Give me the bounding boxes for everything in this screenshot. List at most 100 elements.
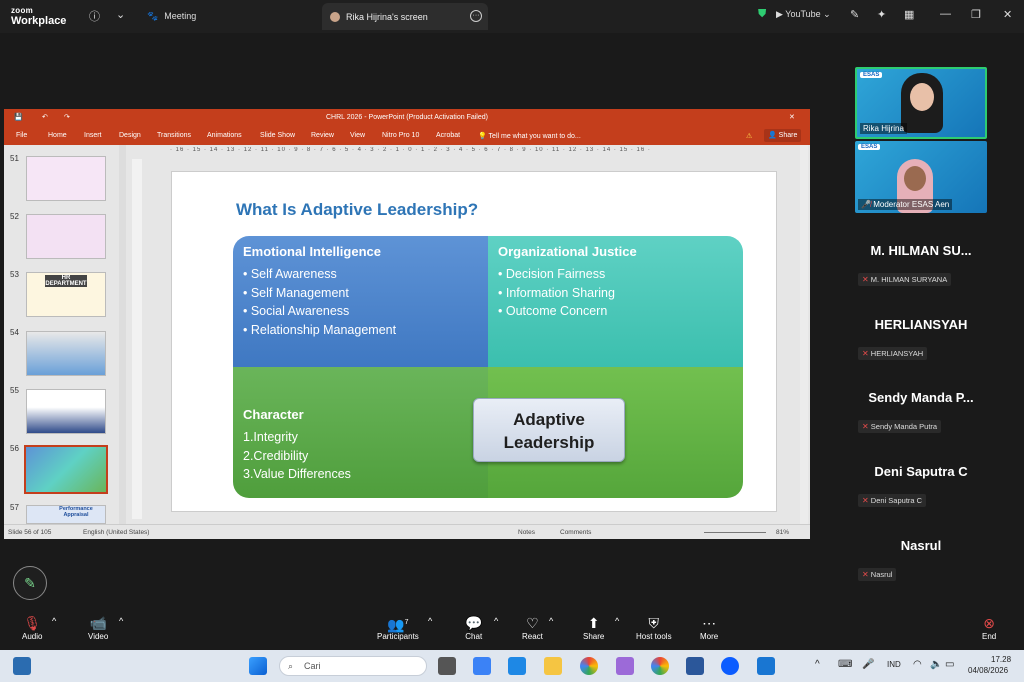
annotate-icon[interactable]: ✎ [850, 8, 859, 21]
list-item: 1.Integrity [243, 430, 298, 444]
audio-button[interactable]: 🎙 Audio [22, 614, 42, 641]
undo-icon[interactable]: ↶ [42, 109, 48, 127]
quadrant-diagram: Emotional Intelligence • Self Awareness … [233, 236, 743, 498]
participant-tile-label: ✕ Deni Saputra C [858, 494, 927, 507]
save-icon[interactable]: 💾 [14, 109, 23, 127]
menu-nitro[interactable]: Nitro Pro 10 [382, 132, 419, 139]
slide-thumbnail[interactable] [26, 389, 106, 434]
share-caret-icon[interactable]: ^ [615, 616, 619, 626]
tab-shared-screen[interactable]: Rika Hijrina's screen ··· [322, 3, 488, 30]
participant-video[interactable]: ESAS 🎤̸ Moderator ESAS Aen [855, 141, 987, 213]
info-icon[interactable]: ⓘ [89, 8, 100, 24]
participant-tile-label: ✕ Sendy Manda Putra [858, 420, 942, 433]
slide-thumbnail[interactable] [26, 214, 106, 259]
end-meeting-button[interactable]: ⊗ End [982, 614, 996, 641]
tab-meeting[interactable]: 🐾 Meeting [147, 7, 196, 25]
close-icon[interactable]: ✕ [1003, 8, 1012, 21]
snipping-tool-icon[interactable] [616, 657, 634, 675]
host-tools-button[interactable]: ⛨ Host tools [636, 614, 672, 641]
react-button[interactable]: ♡ React [522, 614, 543, 641]
taskbar-search[interactable]: ⌕ Cari [279, 656, 427, 676]
thumb-title: Performance Appraisal [59, 506, 93, 518]
react-caret-icon[interactable]: ^ [549, 616, 553, 626]
clock-time[interactable]: 17.28 [991, 655, 1011, 664]
participant-tile-name[interactable]: Deni Saputra C [845, 464, 997, 479]
comments-button[interactable]: Comments [560, 529, 591, 536]
clock-date[interactable]: 04/08/2026 [968, 666, 1008, 675]
widgets-icon[interactable] [13, 657, 31, 675]
zoom-slider[interactable] [704, 532, 766, 533]
zoom-app-icon[interactable] [721, 657, 739, 675]
word-icon[interactable] [686, 657, 704, 675]
center-label-box: Adaptive Leadership [473, 398, 625, 462]
video-button[interactable]: 📹 Video [88, 614, 108, 641]
task-view-icon[interactable] [438, 657, 456, 675]
menu-insert[interactable]: Insert [84, 132, 102, 139]
ppt-share-button[interactable]: 👤 Share [764, 129, 802, 142]
more-button[interactable]: ⋯ More [700, 614, 718, 641]
participant-tile-name[interactable]: Sendy Manda P... [845, 390, 997, 405]
chat-button[interactable]: 💬 Chat [465, 614, 482, 641]
menu-slide-show[interactable]: Slide Show [260, 132, 295, 139]
tray-chevron-icon[interactable]: ^ [815, 659, 820, 670]
microphone-icon[interactable]: 🎤 [862, 659, 874, 670]
more-options-icon[interactable]: ··· [470, 10, 482, 22]
youtube-selector[interactable]: ▶ YouTube ⌄ [776, 9, 831, 20]
file-explorer-icon[interactable] [544, 657, 562, 675]
keyboard-icon[interactable]: ⌨ [838, 659, 852, 670]
participants-caret-icon[interactable]: ^ [428, 616, 432, 626]
slide-thumbnail[interactable]: HR DEPARTMENT [26, 272, 106, 317]
esas-badge: ESAS [860, 72, 883, 78]
annotate-floating-button[interactable]: ✎ [13, 566, 47, 600]
edge-icon[interactable] [508, 657, 526, 675]
thumb-number: 52 [10, 212, 19, 221]
participant-tile-name[interactable]: HERLIANSYAH [845, 317, 997, 332]
menu-home[interactable]: Home [48, 132, 67, 139]
participants-button[interactable]: 👥7 Participants [377, 614, 419, 641]
layout-icon[interactable]: ▦ [904, 8, 914, 21]
participant-video-active[interactable]: ESAS Rika Hijrina [855, 67, 987, 139]
sparkle-icon[interactable]: ✦ [877, 8, 886, 21]
esas-badge: ESAS [858, 144, 881, 150]
shared-powerpoint-window: CHRL 2026 - PowerPoint (Product Activati… [4, 109, 810, 539]
wifi-icon[interactable]: ◠ [913, 659, 922, 670]
participant-tile-name[interactable]: Nasrul [845, 538, 997, 553]
language-indicator[interactable]: IND [887, 660, 901, 669]
notes-button[interactable]: Notes [518, 529, 535, 536]
ppt-close-icon[interactable]: ✕ [789, 109, 795, 127]
menu-acrobat[interactable]: Acrobat [436, 132, 460, 139]
chrome-profile-icon[interactable] [651, 657, 669, 675]
redo-icon[interactable]: ↷ [64, 109, 70, 127]
more-label: More [700, 632, 719, 641]
menu-view[interactable]: View [350, 132, 365, 139]
menu-review[interactable]: Review [311, 132, 334, 139]
slide-thumbnail[interactable] [26, 331, 106, 376]
slide-thumbnail-selected[interactable] [24, 445, 108, 494]
menu-file[interactable]: File [16, 132, 27, 139]
audio-caret-icon[interactable]: ^ [52, 616, 56, 626]
store-icon[interactable] [473, 657, 491, 675]
participant-full-name: Sendy Manda Putra [870, 422, 938, 431]
thumbnail-scrollbar[interactable] [119, 145, 126, 524]
chrome-icon[interactable] [580, 657, 598, 675]
menu-design[interactable]: Design [119, 132, 141, 139]
quadrant-character: Character 1.Integrity 2.Credibility 3.Va… [233, 367, 488, 498]
volume-icon[interactable]: 🔈 [930, 659, 942, 670]
video-caret-icon[interactable]: ^ [119, 616, 123, 626]
chevron-down-icon[interactable]: ⌄ [116, 8, 125, 21]
restore-icon[interactable]: ❐ [971, 8, 981, 21]
menu-transitions[interactable]: Transitions [157, 132, 191, 139]
share-screen-button[interactable]: ⬆ Share [583, 614, 604, 641]
menu-animations[interactable]: Animations [207, 132, 242, 139]
windows-start-icon[interactable] [249, 657, 267, 675]
media-player-icon[interactable] [757, 657, 775, 675]
minimize-icon[interactable]: — [940, 8, 951, 20]
slide-scrollbar[interactable] [800, 145, 808, 524]
slide-thumbnail[interactable] [26, 156, 106, 201]
mic-muted-icon: ✕ [862, 496, 869, 505]
participant-tile-name[interactable]: M. HILMAN SU... [845, 243, 997, 258]
chat-caret-icon[interactable]: ^ [494, 616, 498, 626]
tell-me-search[interactable]: 💡 Tell me what you want to do... [478, 132, 581, 140]
slide-thumbnail[interactable]: Performance Appraisal [26, 505, 106, 524]
battery-icon[interactable]: ▭ [945, 659, 954, 670]
